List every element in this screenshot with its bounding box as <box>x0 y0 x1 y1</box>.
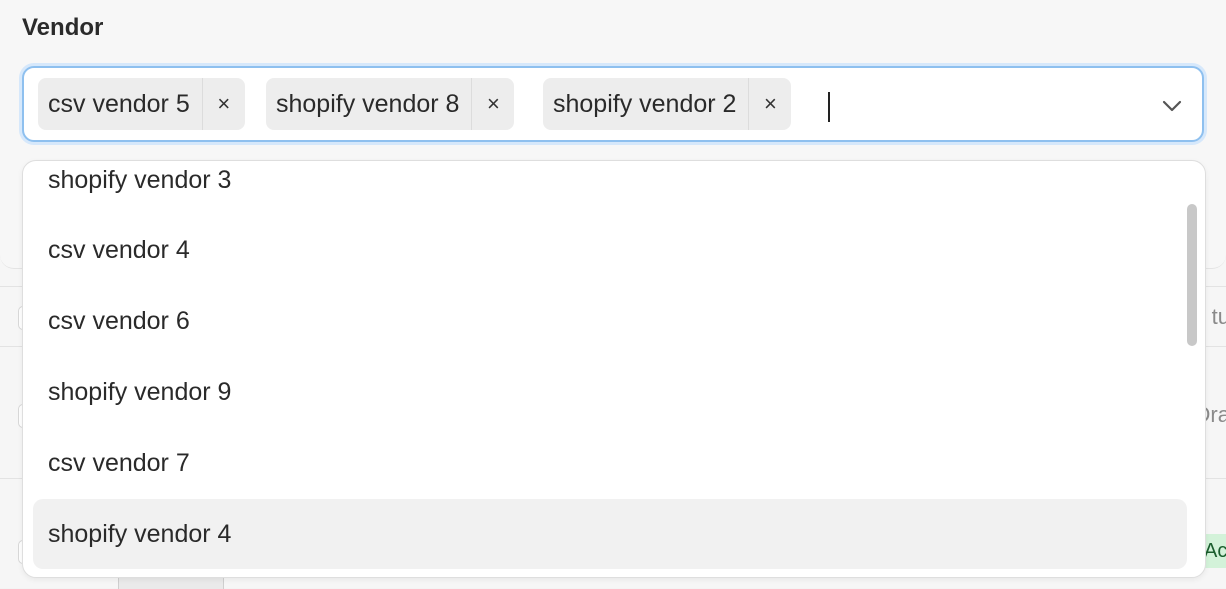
chevron-down-icon[interactable] <box>1160 94 1184 118</box>
chip-label: shopify vendor 8 <box>276 89 460 118</box>
selected-chip: shopify vendor 2 × <box>543 78 792 130</box>
chip-label: shopify vendor 2 <box>553 89 737 118</box>
option-item[interactable]: csv vendor 7 <box>33 428 1187 498</box>
remove-chip-icon[interactable]: × <box>749 91 791 117</box>
vendor-multiselect[interactable]: csv vendor 5 × shopify vendor 8 × shopif… <box>22 66 1204 142</box>
remove-chip-icon[interactable]: × <box>472 91 514 117</box>
option-item[interactable]: csv vendor 6 <box>33 286 1187 356</box>
selected-chip: shopify vendor 8 × <box>266 78 515 130</box>
scrollbar-thumb[interactable] <box>1187 204 1197 346</box>
option-item[interactable]: csv vendor 4 <box>33 215 1187 285</box>
column-header-status: tu <box>1211 304 1226 329</box>
chip-label: csv vendor 5 <box>48 89 190 118</box>
text-cursor <box>828 92 830 122</box>
option-item[interactable]: shopify vendor 3 <box>33 161 1187 215</box>
option-item-highlighted[interactable]: shopify vendor 4 <box>33 499 1187 569</box>
remove-chip-icon[interactable]: × <box>203 91 245 117</box>
vendor-field-label: Vendor <box>22 14 104 41</box>
vendor-options-list[interactable]: shopify vendor 3 csv vendor 4 csv vendor… <box>22 160 1206 578</box>
selected-chip: csv vendor 5 × <box>38 78 245 130</box>
option-item[interactable]: shopify vendor 9 <box>33 357 1187 427</box>
